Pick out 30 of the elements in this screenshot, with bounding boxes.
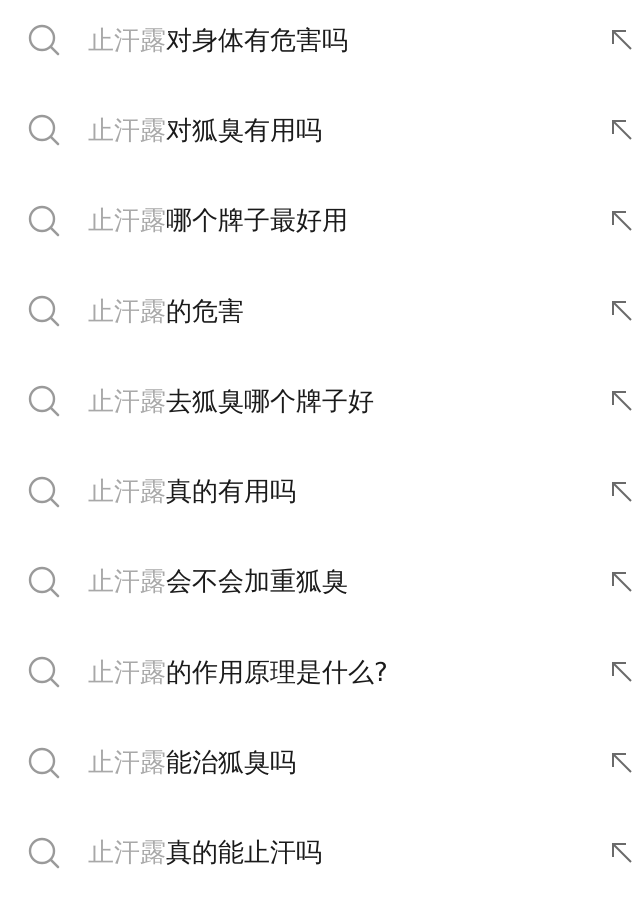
search-icon bbox=[28, 24, 60, 56]
fill-query-arrow-icon[interactable] bbox=[612, 752, 632, 773]
fill-query-arrow-icon[interactable] bbox=[612, 482, 632, 502]
suggestion-text[interactable]: 止汗露对狐臭有用吗 bbox=[88, 112, 612, 148]
fill-query-arrow-icon[interactable] bbox=[612, 301, 632, 322]
fill-query-arrow-icon[interactable] bbox=[612, 842, 632, 863]
suggestion-text[interactable]: 止汗露真的能止汗吗 bbox=[88, 835, 612, 870]
search-icon bbox=[28, 385, 60, 418]
suggestion-text[interactable]: 止汗露会不会加重狐臭 bbox=[88, 564, 612, 600]
suggestion-text[interactable]: 止汗露哪个牌子最好用 bbox=[88, 203, 612, 238]
fill-query-arrow-icon[interactable] bbox=[612, 572, 632, 592]
suggestion-text[interactable]: 止汗露能治狐臭吗 bbox=[88, 745, 612, 780]
fill-query-arrow-icon[interactable] bbox=[612, 662, 632, 682]
suggestion-text[interactable]: 止汗露对身体有危害吗 bbox=[88, 22, 612, 58]
suggestion-text[interactable]: 止汗露的危害 bbox=[88, 294, 612, 329]
suggestion-text[interactable]: 止汗露真的有用吗 bbox=[88, 474, 612, 510]
fill-query-arrow-icon[interactable] bbox=[612, 391, 632, 412]
search-icon bbox=[28, 746, 60, 779]
search-icon bbox=[28, 204, 60, 237]
fill-query-arrow-icon[interactable] bbox=[612, 30, 632, 50]
search-icon bbox=[28, 836, 60, 869]
search-icon bbox=[28, 566, 60, 598]
search-icon bbox=[28, 295, 60, 328]
suggestion-text[interactable]: 止汗露去狐臭哪个牌子好 bbox=[88, 384, 612, 419]
fill-query-arrow-icon[interactable] bbox=[612, 210, 632, 231]
search-icon bbox=[28, 476, 60, 508]
fill-query-arrow-icon[interactable] bbox=[612, 120, 632, 140]
suggestion-text[interactable]: 止汗露的作用原理是什么? bbox=[88, 654, 612, 690]
search-icon bbox=[28, 656, 60, 688]
search-icon bbox=[28, 114, 60, 146]
